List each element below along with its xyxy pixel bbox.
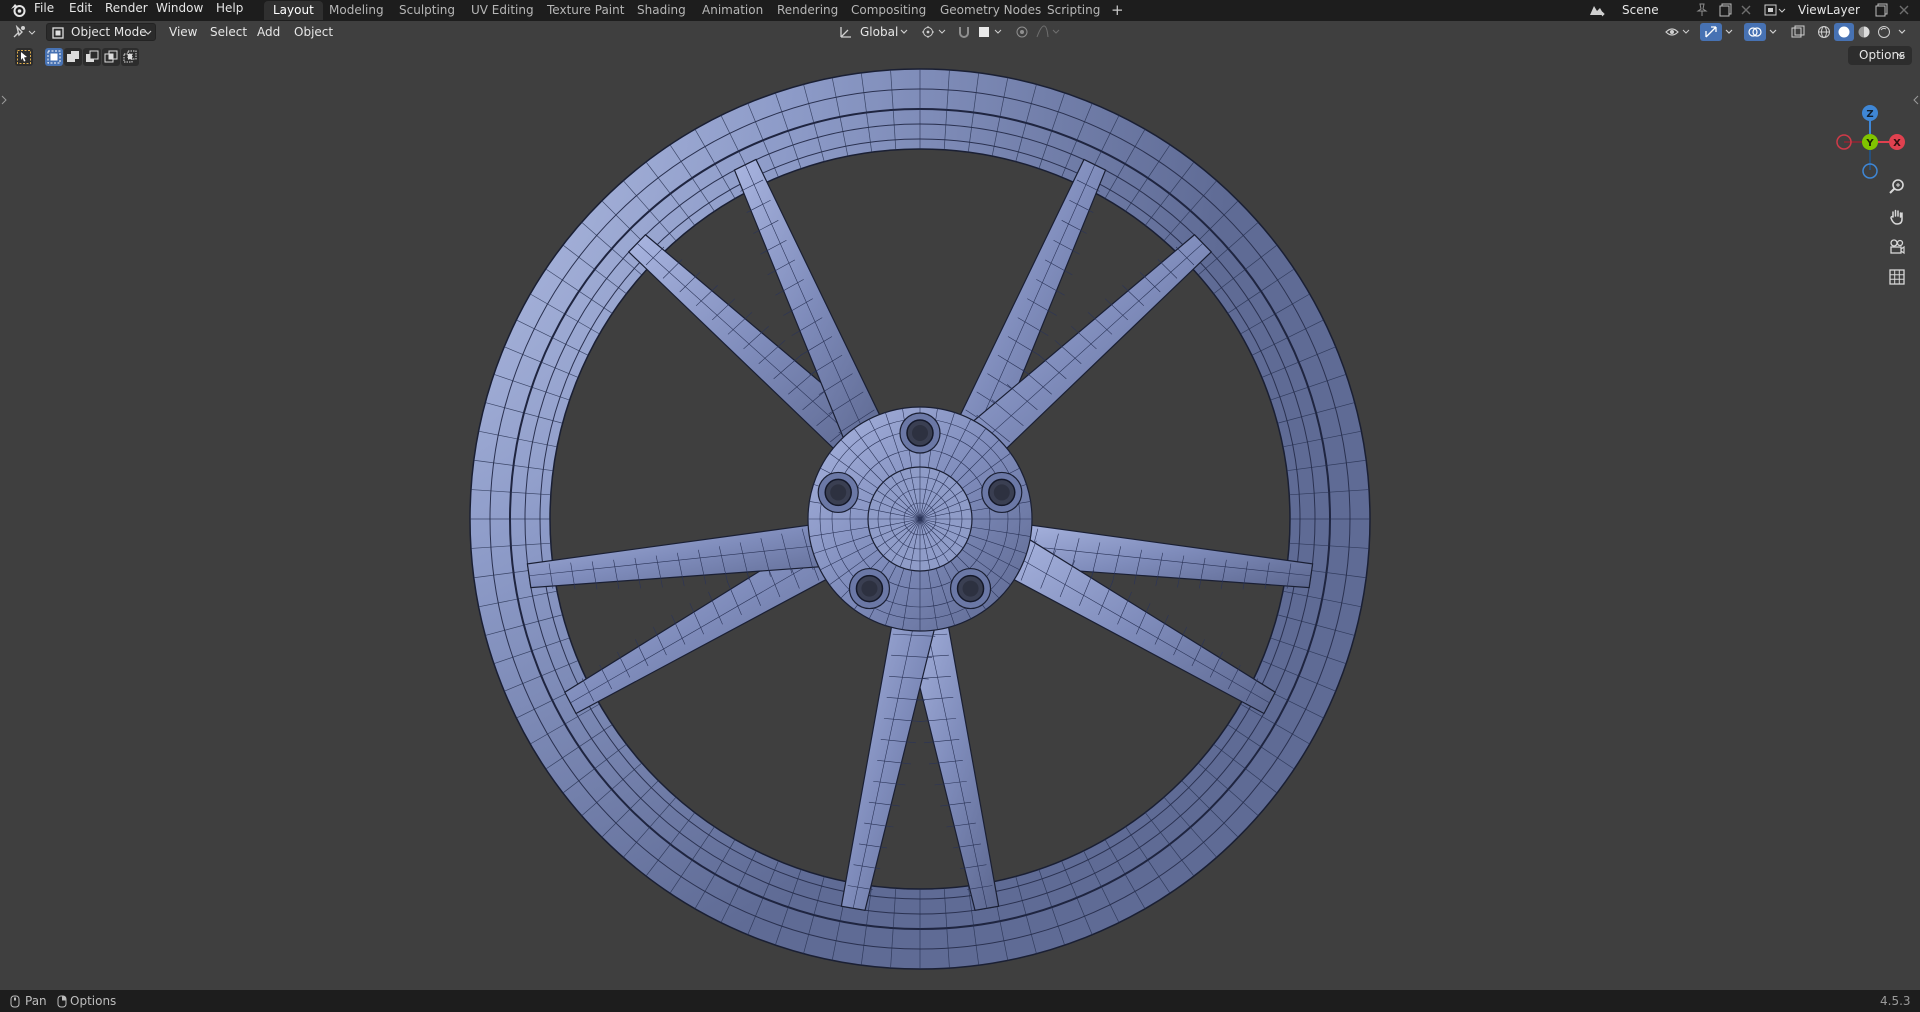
options-dropdown[interactable]: Options [1848,46,1912,65]
select-extend-icon[interactable] [64,48,82,66]
select-intersect-icon[interactable] [121,48,139,66]
menu-help[interactable]: Help [216,0,243,20]
gizmo-toggle-icon[interactable] [1700,23,1722,41]
top-menubar: File Edit Render Window Help Layout Mode… [0,0,1920,21]
tab-animation[interactable]: Animation [693,1,772,20]
delete-scene-icon[interactable] [1738,2,1754,18]
snap-target-icon[interactable] [976,23,1006,41]
menu-window[interactable]: Window [156,0,203,20]
tab-modeling[interactable]: Modeling [320,1,393,20]
wheel-mesh-object[interactable] [460,59,1380,979]
gizmo-z-label: Z [1866,109,1873,120]
gizmo-y-label: Y [1865,138,1874,149]
rendered-shading-icon[interactable] [1874,23,1894,41]
tab-compositing[interactable]: Compositing [842,1,935,20]
status-pan-label: Pan [25,994,47,1008]
camera-icon [1890,239,1905,255]
tab-scripting[interactable]: Scripting [1038,1,1109,20]
camera-view-button[interactable] [1883,235,1911,259]
blender-logo-icon[interactable] [8,1,28,19]
overlays-toggle-icon[interactable] [1744,23,1766,41]
chevron-down-icon[interactable] [1896,27,1908,37]
proportional-editing-icon[interactable] [1012,23,1032,41]
object-mode-label: Object Mode [71,25,147,39]
solid-shading-icon[interactable] [1834,23,1854,41]
scene-name-field[interactable]: Scene [1622,2,1659,19]
view-layer-name-field[interactable]: ViewLayer [1798,2,1860,19]
hand-icon [1890,209,1903,225]
wireframe-shading-icon[interactable] [1814,23,1834,41]
tab-geometry-nodes[interactable]: Geometry Nodes [931,1,1050,20]
tab-rendering[interactable]: Rendering [768,1,847,20]
gizmo-x-label: X [1893,138,1901,149]
mouse-right-icon [56,994,68,1008]
status-options-label: Options [70,994,117,1008]
editor-type-icon[interactable] [10,23,40,41]
toggle-perspective-button[interactable] [1883,265,1911,289]
chevron-down-icon [143,28,153,37]
version-label: 4.5.3 [1880,994,1911,1008]
transform-orientation-dropdown[interactable]: Global [860,24,898,41]
add-workspace-button[interactable]: + [1102,1,1133,20]
transform-orientation-icon [838,24,854,40]
pivot-point-icon[interactable] [920,23,950,41]
toolbar-expand-arrow-icon[interactable] [0,93,8,107]
mouse-middle-icon [9,994,21,1008]
menu-view[interactable]: View [169,24,197,41]
new-scene-icon[interactable] [1716,2,1736,18]
new-view-layer-icon[interactable] [1872,2,1892,18]
chevron-down-icon[interactable] [1767,27,1779,37]
delete-view-layer-icon[interactable] [1896,2,1912,18]
xray-toggle-icon[interactable] [1788,23,1808,41]
menu-file[interactable]: File [34,0,54,20]
select-invert-icon[interactable] [102,48,120,66]
grid-icon [1889,269,1905,285]
object-mode-dropdown[interactable]: Object Mode [46,23,156,41]
select-new-icon[interactable] [45,48,63,66]
snap-toggle-icon[interactable] [954,23,974,41]
status-bar: Pan Options 4.5.3 [0,990,1920,1012]
tab-shading[interactable]: Shading [628,1,695,20]
pan-view-button[interactable] [1883,205,1911,229]
object-mode-icon [51,26,65,39]
menu-render[interactable]: Render [105,0,148,20]
tab-sculpting[interactable]: Sculpting [390,1,464,20]
visibility-eye-icon[interactable] [1664,23,1694,41]
zoom-view-button[interactable] [1883,175,1911,199]
menu-select[interactable]: Select [210,24,247,41]
tab-layout[interactable]: Layout [264,1,323,20]
pin-icon[interactable] [1692,2,1712,18]
center-cap-wireframe [868,467,972,571]
proportional-falloff-icon[interactable] [1034,23,1064,41]
chevron-down-icon [1886,46,1905,71]
menu-add[interactable]: Add [257,24,280,41]
select-tool-icon[interactable] [15,48,33,66]
scene-icon[interactable] [1586,1,1608,19]
menu-edit[interactable]: Edit [69,0,92,20]
navigation-gizmo[interactable]: Z X Y [1826,81,1916,181]
magnifier-icon [1889,179,1904,194]
tab-uv-editing[interactable]: UV Editing [462,1,543,20]
menu-object[interactable]: Object [294,24,333,41]
tab-texture-paint[interactable]: Texture Paint [538,1,633,20]
view-layer-icon[interactable] [1762,1,1788,19]
material-preview-icon[interactable] [1854,23,1874,41]
viewport-header: Object Mode View Select Add Object Globa… [0,21,1920,43]
chevron-down-icon[interactable] [1723,27,1735,37]
select-subtract-icon[interactable] [83,48,101,66]
3d-viewport[interactable]: Object Mode View Select Add Object Globa… [0,21,1920,990]
chevron-down-icon[interactable] [899,27,909,37]
